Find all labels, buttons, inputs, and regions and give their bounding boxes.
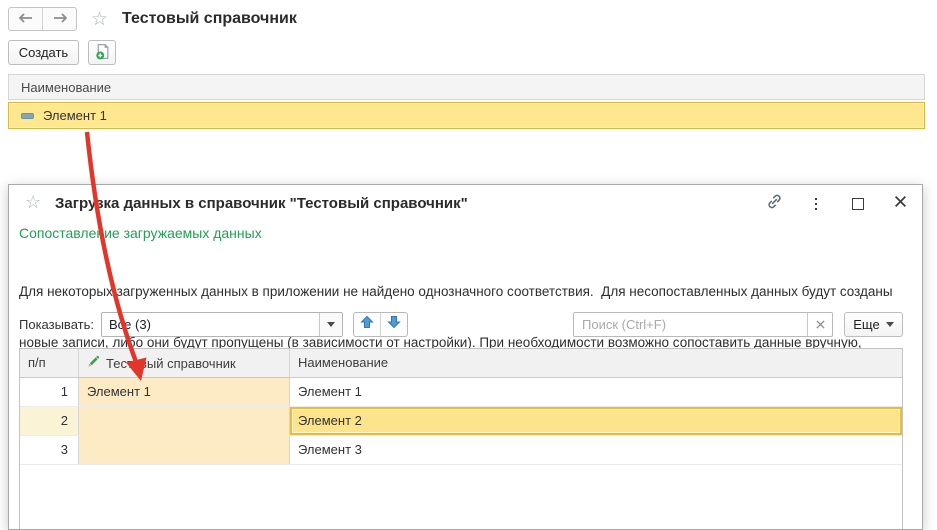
move-up-button[interactable] [354, 313, 380, 336]
column-header-catalog[interactable]: Тестовый справочник [79, 349, 290, 377]
list-row-selected[interactable]: Элемент 1 [8, 102, 925, 129]
name-cell[interactable]: Элемент 1 [290, 378, 902, 406]
more-button-label: Еще [853, 317, 879, 332]
dialog-subtitle: Сопоставление загружаемых данных [19, 225, 262, 241]
move-buttons-group [353, 312, 408, 337]
dialog-title: Загрузка данных в справочник "Тестовый с… [55, 195, 468, 212]
table-row-current[interactable]: 2 Элемент 2 [20, 407, 902, 436]
mapping-table-header[interactable]: п/п Тестовый справочник Наименование [20, 349, 902, 378]
link-icon [766, 193, 783, 215]
name-cell[interactable]: Элемент 3 [290, 436, 902, 464]
main-toolbar: Создать [8, 40, 116, 65]
page-title: Тестовый справочник [122, 10, 297, 28]
pencil-icon [87, 350, 100, 377]
list-row-label: Элемент 1 [43, 108, 107, 123]
maximize-button[interactable] [850, 196, 866, 212]
chevron-down-icon [327, 322, 335, 327]
create-new-item-button[interactable] [88, 40, 116, 65]
show-filter-dropdown-button[interactable] [319, 313, 342, 336]
copy-link-button[interactable] [766, 196, 782, 212]
dialog-controls-row: Показывать: Все (3) [19, 312, 903, 338]
move-down-button[interactable] [380, 313, 407, 336]
favorite-star-icon[interactable]: ☆ [91, 10, 108, 29]
create-button[interactable]: Создать [8, 40, 79, 65]
table-row[interactable]: 1 Элемент 1 Элемент 1 [20, 378, 902, 407]
nav-button-group [8, 7, 77, 31]
kebab-menu-icon [815, 198, 818, 211]
catalog-cell[interactable] [79, 407, 290, 435]
show-filter-select[interactable]: Все (3) [101, 312, 343, 337]
chevron-down-icon [886, 322, 894, 327]
catalog-cell[interactable] [79, 436, 290, 464]
forward-button[interactable] [42, 8, 76, 30]
table-row[interactable]: 3 Элемент 3 [20, 436, 902, 465]
close-icon [894, 195, 907, 213]
column-header-num[interactable]: п/п [20, 349, 79, 377]
new-document-icon [94, 43, 111, 63]
maximize-icon [852, 198, 864, 210]
arrow-right-icon [53, 10, 67, 28]
arrow-up-blue-icon [360, 315, 374, 334]
main-topbar: ☆ Тестовый справочник [8, 7, 297, 31]
search-input[interactable] [574, 313, 807, 336]
clear-x-icon [816, 316, 825, 334]
row-number-cell: 2 [20, 407, 79, 435]
back-button[interactable] [9, 8, 42, 30]
close-button[interactable] [892, 196, 908, 212]
column-header-name[interactable]: Наименование [290, 349, 902, 377]
description-line: Для некоторых загруженных данных в прило… [19, 283, 893, 300]
dialog-favorite-star-icon[interactable]: ☆ [25, 193, 41, 211]
column-header-catalog-label: Тестовый справочник [106, 350, 236, 377]
name-cell-selected[interactable]: Элемент 2 [290, 407, 902, 435]
more-button[interactable]: Еще [844, 312, 903, 337]
list-column-header-label: Наименование [21, 80, 111, 95]
search-box [573, 312, 833, 337]
catalog-element-icon [21, 113, 34, 119]
row-number-cell: 3 [20, 436, 79, 464]
show-filter-value: Все (3) [102, 313, 319, 336]
list-column-header[interactable]: Наименование [8, 74, 925, 100]
catalog-cell[interactable]: Элемент 1 [79, 378, 290, 406]
row-number-cell: 1 [20, 378, 79, 406]
load-data-dialog: ☆ Загрузка данных в справочник "Тестовый… [8, 184, 923, 530]
dialog-window-buttons [766, 195, 908, 213]
mapping-table: п/п Тестовый справочник Наименование 1 Э… [19, 348, 903, 530]
search-clear-button[interactable] [807, 313, 832, 336]
arrow-down-blue-icon [387, 315, 401, 334]
dialog-menu-button[interactable] [808, 196, 824, 212]
arrow-left-icon [19, 10, 33, 28]
show-filter-label: Показывать: [19, 312, 94, 337]
